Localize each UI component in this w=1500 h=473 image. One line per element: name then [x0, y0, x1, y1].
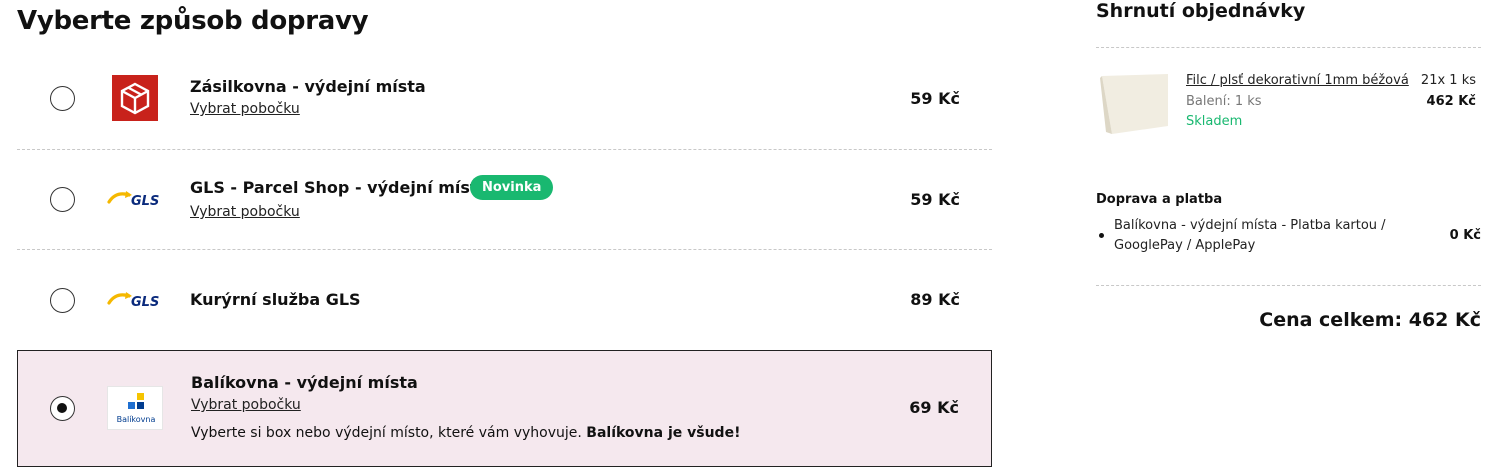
gls-logo-text: GLS [131, 295, 159, 310]
radio-gls-parcelshop[interactable] [50, 187, 75, 212]
shipping-option-price: 59 Kč [910, 89, 960, 108]
shipping-option-gls-parcelshop[interactable]: GLS GLS - Parcel Shop - výdejní místa No… [17, 150, 992, 250]
shipping-option-gls-courier[interactable]: GLS Kurýrní služba GLS 89 Kč [17, 250, 992, 350]
select-branch-link[interactable]: Vybrat pobočku [191, 397, 301, 413]
summary-title: Shrnutí objednávky [1096, 0, 1306, 22]
radio-gls-courier[interactable] [50, 288, 75, 313]
delivery-payment-title: Doprava a platba [1096, 192, 1223, 207]
balikovna-logo-icon: Balíkovna [107, 386, 163, 430]
delivery-payment-item: Balíkovna - výdejní místa - Platba karto… [1114, 218, 1386, 253]
shipping-option-balikovna[interactable]: Balíkovna Balíkovna - výdejní místa Vybr… [17, 350, 992, 467]
description-bold: Balíkovna je všude! [586, 425, 741, 441]
shipping-option-name: Balíkovna - výdejní místa [191, 373, 418, 392]
product-stock-status: Skladem [1186, 114, 1243, 129]
product-pack: Balení: 1 ks [1186, 94, 1262, 109]
shipping-option-price: 59 Kč [910, 190, 960, 209]
product-quantity: 21x 1 ks [1420, 73, 1476, 88]
radio-selected-dot [57, 403, 67, 413]
shipping-option-name: GLS - Parcel Shop - výdejní místa [190, 178, 489, 197]
select-branch-link[interactable]: Vybrat pobočku [190, 204, 300, 220]
gls-logo-icon: GLS [107, 289, 165, 311]
shipping-option-name: Kurýrní služba GLS [190, 290, 361, 309]
shipping-option-description: Vyberte si box nebo výdejní místo, které… [191, 425, 740, 441]
balikovna-logo-text: Balíkovna [117, 415, 156, 424]
product-thumbnail [1100, 74, 1168, 134]
shipping-option-zasilkovna[interactable]: Zásilkovna - výdejní místa Vybrat pobočk… [17, 50, 992, 150]
description-text: Vyberte si box nebo výdejní místo, které… [191, 425, 582, 441]
zasilkovna-logo-icon [112, 75, 158, 121]
gls-logo-text: GLS [131, 194, 159, 209]
shipping-option-price: 89 Kč [910, 290, 960, 309]
new-badge: Novinka [470, 175, 554, 200]
page-title: Vyberte způsob dopravy [17, 6, 369, 36]
product-name-link[interactable]: Filc / plsť dekorativní 1mm béžová [1186, 73, 1409, 88]
select-branch-link[interactable]: Vybrat pobočku [190, 101, 300, 117]
radio-zasilkovna[interactable] [50, 86, 75, 111]
shipping-option-price: 69 Kč [909, 398, 959, 417]
product-price: 462 Kč [1426, 94, 1476, 109]
radio-balikovna[interactable] [50, 396, 75, 421]
order-summary: Shrnutí objednávky Filc / plsť dekorativ… [1096, 0, 1481, 473]
bullet-icon [1099, 233, 1104, 238]
divider [1096, 47, 1481, 48]
shipping-option-name: Zásilkovna - výdejní místa [190, 77, 426, 96]
divider [1096, 285, 1481, 286]
order-total: Cena celkem: 462 Kč [1259, 309, 1481, 331]
shipping-section: Vyberte způsob dopravy Zásilkovna - výde… [0, 0, 1000, 473]
gls-logo-icon: GLS [107, 188, 165, 210]
delivery-payment-price: 0 Kč [1449, 228, 1481, 243]
